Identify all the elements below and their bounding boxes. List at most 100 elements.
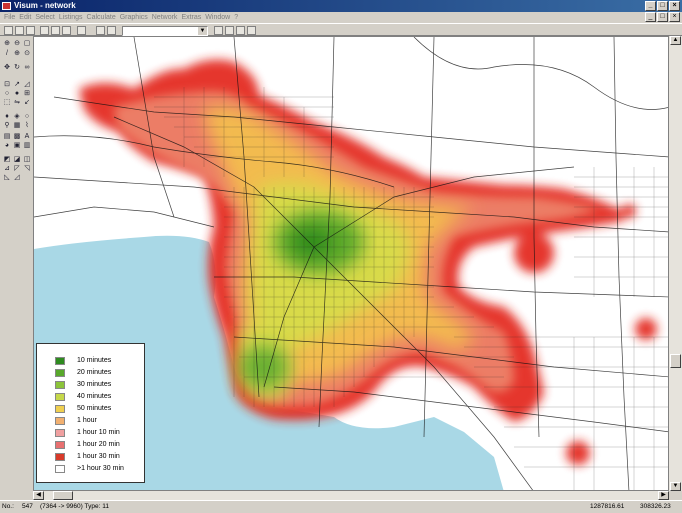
- isochrone-legend: 10 minutes 20 minutes 30 minutes 40 minu…: [36, 343, 145, 483]
- text-icon[interactable]: A: [23, 133, 31, 141]
- window-icon[interactable]: [236, 26, 245, 35]
- tool-b-icon[interactable]: ◪: [13, 156, 21, 164]
- graphic-icon[interactable]: [247, 26, 256, 35]
- help-icon[interactable]: [107, 26, 116, 35]
- count-location-icon[interactable]: ⚲: [3, 122, 11, 130]
- scroll-down-icon[interactable]: ▼: [670, 482, 681, 491]
- map-view[interactable]: 10 minutes 20 minutes 30 minutes 40 minu…: [33, 36, 669, 491]
- zoom-window-icon[interactable]: ▢: [23, 40, 31, 48]
- scroll-thumb-vertical[interactable]: [670, 354, 681, 368]
- select-node-icon[interactable]: ⊡: [3, 81, 11, 89]
- menu-network[interactable]: Network: [152, 12, 178, 23]
- toolbar: ▼: [0, 23, 682, 36]
- legend-swatch-10: [55, 464, 65, 473]
- legend-label: 20 minutes: [77, 369, 112, 376]
- menu-select[interactable]: Select: [35, 12, 54, 23]
- tool-d-icon[interactable]: ⊿: [3, 165, 11, 173]
- tool-c-icon[interactable]: ◫: [23, 156, 31, 164]
- redo-icon[interactable]: [77, 26, 86, 35]
- zoom-all-icon[interactable]: ⊕: [13, 50, 21, 58]
- doc-minimize-button[interactable]: _: [645, 12, 656, 22]
- main-node-icon[interactable]: ◈: [13, 113, 21, 121]
- legend-label: 10 minutes: [77, 357, 112, 364]
- copy-icon[interactable]: [40, 26, 49, 35]
- grid-icon[interactable]: ▣: [13, 142, 21, 150]
- paste-icon[interactable]: [51, 26, 60, 35]
- status-label: No.:: [2, 503, 14, 510]
- menu-edit[interactable]: Edit: [19, 12, 31, 23]
- zoom-out-icon[interactable]: ⊖: [13, 40, 21, 48]
- legend-item: 1 hour: [55, 415, 97, 426]
- legend-tool-icon[interactable]: ▤: [3, 133, 11, 141]
- menu-extras[interactable]: Extras: [181, 12, 201, 23]
- palette-icon[interactable]: ◕: [3, 142, 11, 150]
- network-combo[interactable]: ▼: [122, 26, 208, 36]
- scroll-left-icon[interactable]: ◀: [33, 491, 44, 500]
- legend-label: 30 minutes: [77, 381, 112, 388]
- legend-swatch-4: [55, 392, 65, 401]
- tool-h-icon[interactable]: ◿: [13, 174, 21, 182]
- legend-label: >1 hour 30 min: [77, 465, 124, 472]
- legend-swatch-2: [55, 368, 65, 377]
- tool-a-icon[interactable]: ◩: [3, 156, 11, 164]
- layer-icon[interactable]: [214, 26, 223, 35]
- select-link-icon[interactable]: ↗: [13, 81, 21, 89]
- menu-calculate[interactable]: Calculate: [87, 12, 116, 23]
- minimize-button[interactable]: _: [645, 1, 656, 11]
- vertical-scrollbar[interactable]: ▲ ▼: [669, 36, 682, 491]
- legend-swatch-8: [55, 440, 65, 449]
- connector-icon[interactable]: ⊞: [23, 90, 31, 98]
- menu-window[interactable]: Window: [205, 12, 230, 23]
- zoom-in-icon[interactable]: ⊕: [3, 40, 11, 48]
- legend-label: 40 minutes: [77, 393, 112, 400]
- binoculars-icon[interactable]: ∞: [23, 64, 31, 72]
- tool-f-icon[interactable]: ◹: [23, 165, 31, 173]
- line-route-icon[interactable]: ⇋: [13, 99, 21, 107]
- legend-swatch-9: [55, 452, 65, 461]
- poi-icon[interactable]: ↙: [23, 99, 31, 107]
- select-area-icon[interactable]: ◿: [23, 81, 31, 89]
- save-icon[interactable]: [26, 26, 35, 35]
- horizontal-scrollbar[interactable]: ◀ ▶: [33, 491, 669, 500]
- menu-graphics[interactable]: Graphics: [120, 12, 148, 23]
- scroll-up-icon[interactable]: ▲: [670, 36, 681, 45]
- legend-item: 40 minutes: [55, 391, 111, 402]
- chart-icon[interactable]: ▩: [13, 133, 21, 141]
- status-number: 547: [22, 503, 33, 510]
- print-icon[interactable]: [96, 26, 105, 35]
- doc-restore-button[interactable]: □: [657, 12, 668, 22]
- zone-icon[interactable]: ○: [3, 90, 11, 98]
- menu-help[interactable]: ?: [234, 12, 238, 23]
- chevron-down-icon[interactable]: ▼: [198, 27, 207, 35]
- territory-icon[interactable]: ○: [23, 113, 31, 121]
- maximize-button[interactable]: □: [657, 1, 668, 11]
- refresh-icon[interactable]: ↻: [13, 64, 21, 72]
- menu-listings[interactable]: Listings: [59, 12, 83, 23]
- menu-file[interactable]: File: [4, 12, 15, 23]
- legend-swatch-3: [55, 380, 65, 389]
- close-button[interactable]: ×: [669, 1, 680, 11]
- doc-close-button[interactable]: ×: [669, 12, 680, 22]
- layout-icon[interactable]: ▥: [23, 142, 31, 150]
- legend-item: 10 minutes: [55, 355, 111, 366]
- legend-swatch-7: [55, 428, 65, 437]
- pan-icon[interactable]: ✥: [3, 64, 11, 72]
- magnifier-icon[interactable]: ⊙: [23, 50, 31, 58]
- tool-g-icon[interactable]: ◺: [3, 174, 11, 182]
- detector-icon[interactable]: ▦: [13, 122, 21, 130]
- turn-icon[interactable]: ●: [13, 90, 21, 98]
- app-icon: [2, 2, 11, 10]
- stop-icon[interactable]: ⬚: [3, 99, 11, 107]
- legend-label: 1 hour 30 min: [77, 453, 120, 460]
- pencil-icon[interactable]: /: [3, 50, 11, 58]
- scroll-right-icon[interactable]: ▶: [658, 491, 669, 500]
- list-icon[interactable]: [225, 26, 234, 35]
- node-icon[interactable]: ♦: [3, 113, 11, 121]
- screenline-icon[interactable]: ⌇: [23, 122, 31, 130]
- new-file-icon[interactable]: [4, 26, 13, 35]
- tool-e-icon[interactable]: ◸: [13, 165, 21, 173]
- legend-label: 50 minutes: [77, 405, 112, 412]
- undo-icon[interactable]: [62, 26, 71, 35]
- scroll-thumb-horizontal[interactable]: [53, 491, 73, 500]
- open-folder-icon[interactable]: [15, 26, 24, 35]
